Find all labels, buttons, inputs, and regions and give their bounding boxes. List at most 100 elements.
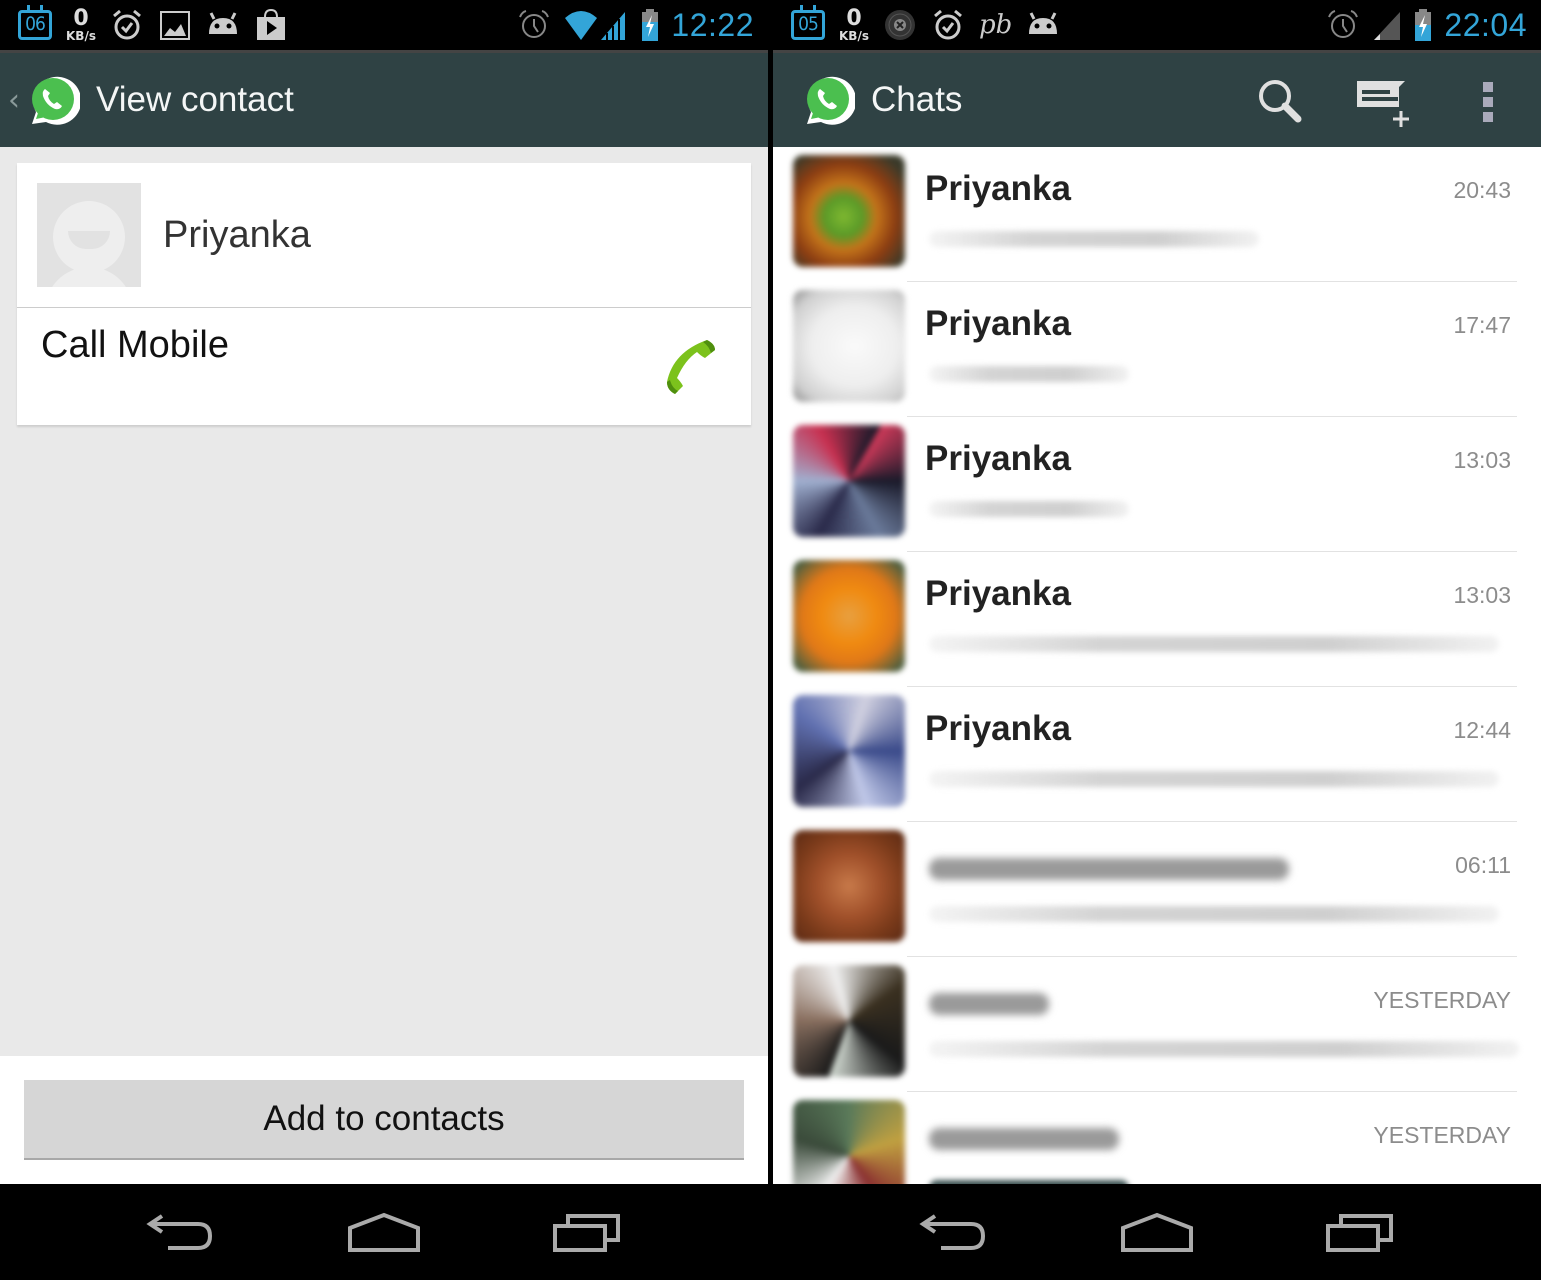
- home-icon: [1120, 1212, 1193, 1252]
- navigation-bar: [0, 1184, 768, 1280]
- chat-item[interactable]: 06:11: [773, 822, 1541, 957]
- calendar-icon: 06: [18, 5, 52, 40]
- whatsapp-logo[interactable]: [24, 72, 80, 128]
- search-icon: [1259, 79, 1302, 122]
- status-time: 22:04: [1444, 6, 1527, 43]
- chat-time: 13:03: [1453, 447, 1511, 473]
- network-speed: 0 KB/s: [839, 6, 869, 43]
- chat-name-redacted: [929, 858, 1289, 880]
- page-title: Chats: [871, 80, 963, 119]
- chat-item[interactable]: YESTERDAY: [773, 957, 1541, 1092]
- play-store-icon: [256, 8, 285, 40]
- back-icon: [146, 1214, 213, 1250]
- overflow-menu-button[interactable]: [1437, 53, 1541, 150]
- chat-preview-redacted: [929, 231, 1259, 247]
- network-speed: 0 KB/s: [66, 6, 96, 43]
- network-speed-value: 0: [73, 6, 89, 31]
- contact-details: Priyanka Call Mobile: [0, 147, 768, 1056]
- chat-item[interactable]: Priyanka 17:47: [773, 282, 1541, 417]
- home-icon: [347, 1212, 420, 1252]
- action-bar: ‹ View contact: [0, 50, 768, 147]
- chat-avatar[interactable]: [793, 965, 905, 1077]
- chat-preview-redacted: [929, 906, 1499, 922]
- chat-time: 13:03: [1453, 582, 1511, 608]
- chat-item[interactable]: Priyanka 12:44: [773, 687, 1541, 822]
- chat-list: Priyanka 20:43 Priyanka 17:47 Priyanka 1…: [773, 147, 1541, 1184]
- nav-back-button[interactable]: [126, 1197, 236, 1267]
- phone-icon[interactable]: [663, 338, 719, 394]
- chat-avatar[interactable]: [793, 695, 905, 807]
- add-to-contacts-button[interactable]: Add to contacts: [24, 1080, 744, 1160]
- nav-home-button[interactable]: [329, 1197, 439, 1267]
- chat-item[interactable]: Priyanka 20:43: [773, 147, 1541, 282]
- page-title: View contact: [96, 80, 294, 119]
- avatar[interactable]: [37, 183, 141, 287]
- chat-preview-redacted: [929, 771, 1499, 787]
- chat-avatar[interactable]: [793, 560, 905, 672]
- contact-name: Priyanka: [163, 213, 311, 256]
- chat-avatar[interactable]: [793, 155, 905, 267]
- contact-header: Priyanka: [17, 163, 751, 308]
- alarm-clock-icon: [113, 9, 141, 40]
- dual-screenshot: 06 0 KB/s 12:22 ‹ View contact Priyanka …: [0, 0, 1541, 1280]
- chat-avatar[interactable]: [793, 1100, 905, 1184]
- chat-name-redacted: [929, 993, 1049, 1015]
- call-mobile-label: Call Mobile: [41, 324, 229, 366]
- image-icon: [159, 11, 190, 40]
- contact-card: Priyanka Call Mobile: [17, 163, 751, 425]
- calendar-icon: 05: [791, 5, 825, 40]
- alarm-icon: [519, 10, 550, 38]
- chat-preview-redacted: [929, 501, 1129, 517]
- chat-name: Priyanka: [925, 439, 1071, 478]
- action-bar-actions: [1229, 53, 1541, 150]
- status-time: 12:22: [671, 6, 754, 43]
- new-chat-icon: [1357, 80, 1409, 127]
- pb-icon: pb: [978, 10, 1013, 40]
- alarm-icon: [1328, 10, 1359, 38]
- signal-icon: [1374, 12, 1401, 40]
- chat-time: 12:44: [1453, 717, 1511, 743]
- vinyl-record-icon: [884, 10, 915, 40]
- new-chat-button[interactable]: [1333, 53, 1437, 150]
- android-icon: [1029, 12, 1058, 34]
- overflow-menu-icon: [1483, 81, 1493, 122]
- battery-charging-icon: [1415, 9, 1432, 41]
- status-bar: 06 0 KB/s 12:22: [0, 0, 768, 50]
- chat-avatar[interactable]: [793, 425, 905, 537]
- view-contact-screen: 06 0 KB/s 12:22 ‹ View contact Priyanka …: [0, 0, 768, 1280]
- back-icon: [919, 1214, 986, 1250]
- nav-home-button[interactable]: [1102, 1197, 1212, 1267]
- android-icon: [208, 12, 237, 34]
- chat-time: YESTERDAY: [1373, 987, 1511, 1013]
- network-speed-unit: KB/s: [66, 29, 96, 43]
- chat-preview-redacted: [929, 366, 1129, 382]
- chat-avatar[interactable]: [793, 830, 905, 942]
- chat-time: 20:43: [1453, 177, 1511, 203]
- recent-apps-icon: [552, 1214, 620, 1252]
- battery-charging-icon: [642, 9, 659, 41]
- chat-preview-redacted: [929, 636, 1499, 652]
- back-caret-icon[interactable]: ‹: [8, 83, 22, 118]
- chat-item[interactable]: YESTERDAY: [773, 1092, 1541, 1184]
- wifi-signal-icon: [565, 11, 626, 40]
- chat-avatar[interactable]: [793, 290, 905, 402]
- chat-name: Priyanka: [925, 169, 1071, 208]
- call-mobile-row[interactable]: Call Mobile: [17, 308, 751, 424]
- chat-item[interactable]: Priyanka 13:03: [773, 417, 1541, 552]
- nav-recents-button[interactable]: [532, 1197, 642, 1267]
- recent-apps-icon: [1325, 1214, 1393, 1252]
- chat-preview-redacted: [929, 1041, 1519, 1057]
- chat-time: YESTERDAY: [1373, 1122, 1511, 1148]
- search-button[interactable]: [1229, 53, 1333, 150]
- nav-recents-button[interactable]: [1305, 1197, 1415, 1267]
- nav-back-button[interactable]: [899, 1197, 1009, 1267]
- network-speed-unit: KB/s: [839, 29, 869, 43]
- chat-name: Priyanka: [925, 709, 1071, 748]
- navigation-bar: [773, 1184, 1541, 1280]
- whatsapp-logo[interactable]: [799, 72, 855, 128]
- chat-time: 17:47: [1453, 312, 1511, 338]
- chat-name: Priyanka: [925, 304, 1071, 343]
- chat-item[interactable]: Priyanka 13:03: [773, 552, 1541, 687]
- chat-time: 06:11: [1455, 852, 1511, 878]
- network-speed-value: 0: [846, 6, 862, 31]
